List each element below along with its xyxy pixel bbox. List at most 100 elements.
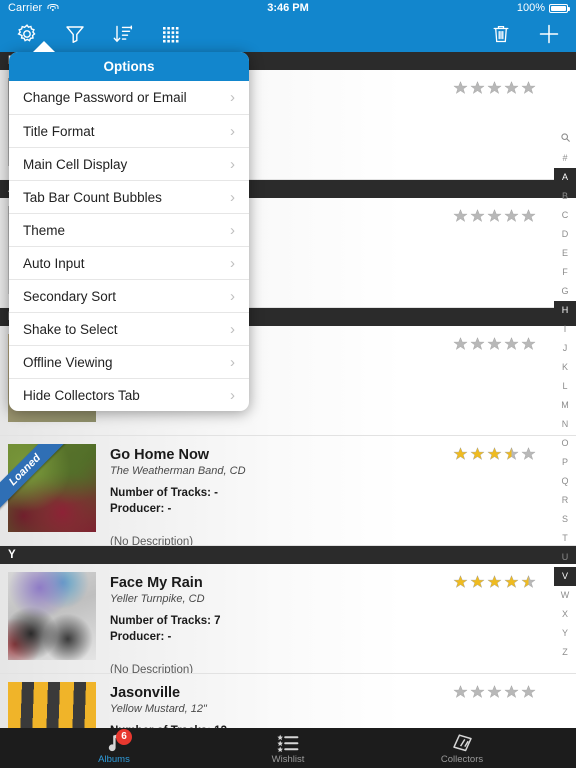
rating-stars[interactable] (453, 574, 536, 589)
alpha-index-m[interactable]: M (554, 396, 576, 415)
popover-item-label: Auto Input (23, 255, 85, 271)
alpha-index-e[interactable]: E (554, 244, 576, 263)
alpha-index-n[interactable]: N (554, 415, 576, 434)
filter-button[interactable] (62, 21, 88, 47)
chevron-right-icon: › (230, 386, 235, 404)
tab-collectors[interactable]: Collectors (416, 732, 508, 765)
tab-albums-label: Albums (98, 753, 130, 765)
alpha-index-l[interactable]: L (554, 377, 576, 396)
carrier-label: Carrier (8, 2, 43, 14)
alpha-index-s[interactable]: S (554, 510, 576, 529)
alpha-index-r[interactable]: R (554, 491, 576, 510)
art-leaves (8, 444, 96, 532)
rating-stars[interactable] (453, 208, 536, 223)
star-icon (504, 209, 519, 222)
chevron-right-icon: › (230, 320, 235, 338)
star-icon (487, 81, 502, 94)
popover-item-label: Secondary Sort (23, 288, 117, 304)
rating-stars[interactable] (453, 446, 536, 461)
popover-item-hide-collectors-tab[interactable]: Hide Collectors Tab › (9, 378, 249, 411)
wifi-icon (47, 3, 59, 13)
tab-albums[interactable]: 6 Albums (68, 728, 160, 765)
alpha-index-x[interactable]: X (554, 605, 576, 624)
tab-wishlist[interactable]: Wishlist (242, 732, 334, 765)
alpha-index-t[interactable]: T (554, 529, 576, 548)
star-icon (453, 575, 468, 588)
star-icon (487, 685, 502, 698)
star-icon (521, 447, 536, 460)
rating-stars[interactable] (453, 80, 536, 95)
album-tracks: Number of Tracks: 7 (110, 615, 221, 628)
alpha-index-z[interactable]: Z (554, 643, 576, 662)
popover-menu[interactable]: Change Password or Email › Title Format › Ma… (9, 81, 249, 411)
album-subtitle: Yeller Turnpike, CD (110, 593, 205, 606)
alpha-index-f[interactable]: F (554, 263, 576, 282)
alpha-index-hash[interactable]: # (554, 149, 576, 168)
alpha-index-h[interactable]: H (554, 301, 576, 320)
alpha-index-k[interactable]: K (554, 358, 576, 377)
art-snow (8, 572, 96, 660)
alpha-index-i[interactable]: I (554, 320, 576, 339)
popover-item-auto-input[interactable]: Auto Input › (9, 246, 249, 279)
list-item[interactable]: Jasonville Yellow Mustard, 12" Number of… (0, 674, 576, 728)
rating-stars[interactable] (453, 336, 536, 351)
popover-item-label: Offline Viewing (23, 354, 113, 370)
grid-view-button[interactable] (158, 21, 184, 47)
status-bar-left: Carrier (8, 2, 59, 14)
alpha-index-d[interactable]: D (554, 225, 576, 244)
popover-item-shake-to-select[interactable]: Shake to Select › (9, 312, 249, 345)
popover-item-label: Theme (23, 222, 66, 238)
sort-button[interactable] (110, 21, 136, 47)
alpha-index-v[interactable]: V (554, 567, 576, 586)
add-button[interactable] (536, 21, 562, 47)
chevron-right-icon: › (230, 89, 235, 106)
alpha-index-j[interactable]: J (554, 339, 576, 358)
chevron-right-icon: › (230, 287, 235, 305)
popover-item-offline-viewing[interactable]: Offline Viewing › (9, 345, 249, 378)
chevron-right-icon: › (230, 353, 235, 371)
options-popover: Options Change Password or Email › Title F… (9, 52, 249, 411)
popover-item-label: Title Format (23, 123, 95, 139)
list-item[interactable]: Face My Rain Yeller Turnpike, CD Number … (0, 564, 576, 674)
list-item[interactable]: Loaned Go Home Now The Weatherman Band, … (0, 436, 576, 546)
star-icon (470, 337, 485, 350)
album-producer: Producer: - (110, 502, 172, 515)
popover-item-tab-bar-count-bubbles[interactable]: Tab Bar Count Bubbles › (9, 180, 249, 213)
alpha-index-b[interactable]: B (554, 187, 576, 206)
chevron-right-icon: › (230, 188, 235, 206)
alphabet-index[interactable]: # A B C D E F G H I J K L M N O P Q R S T U V W X Y Z (554, 52, 576, 728)
alpha-index-q[interactable]: Q (554, 472, 576, 491)
popover-item-title-format[interactable]: Title Format › (9, 114, 249, 147)
album-subtitle: Yellow Mustard, 12" (110, 703, 207, 716)
rating-stars[interactable] (453, 684, 536, 699)
alpha-index-u[interactable]: U (554, 548, 576, 567)
delete-button[interactable] (488, 21, 514, 47)
popover-item-label: Main Cell Display (23, 156, 128, 172)
star-icon (487, 575, 502, 588)
battery-percent-label: 100% (516, 2, 545, 14)
alpha-index-o[interactable]: O (554, 434, 576, 453)
album-tracks: Number of Tracks: - (110, 487, 218, 500)
popover-item-theme[interactable]: Theme › (9, 213, 249, 246)
chevron-right-icon: › (230, 254, 235, 272)
star-icon (504, 81, 519, 94)
alpha-index-a[interactable]: A (554, 168, 576, 187)
popover-item-secondary-sort[interactable]: Secondary Sort › (9, 279, 249, 312)
popover-item-main-cell-display[interactable]: Main Cell Display › (9, 147, 249, 180)
star-icon (521, 337, 536, 350)
alpha-index-search-icon[interactable] (554, 130, 576, 149)
star-icon (521, 81, 536, 94)
star-icon (521, 575, 536, 588)
star-icon (487, 209, 502, 222)
popover-item-change-password-or-email[interactable]: Change Password or Email › (9, 81, 249, 114)
alpha-index-c[interactable]: C (554, 206, 576, 225)
chevron-right-icon: › (230, 221, 235, 239)
alpha-index-g[interactable]: G (554, 282, 576, 301)
star-icon (470, 685, 485, 698)
popover-arrow (33, 41, 55, 52)
star-icon (453, 337, 468, 350)
star-icon (470, 81, 485, 94)
alpha-index-y[interactable]: Y (554, 624, 576, 643)
alpha-index-w[interactable]: W (554, 586, 576, 605)
alpha-index-p[interactable]: P (554, 453, 576, 472)
